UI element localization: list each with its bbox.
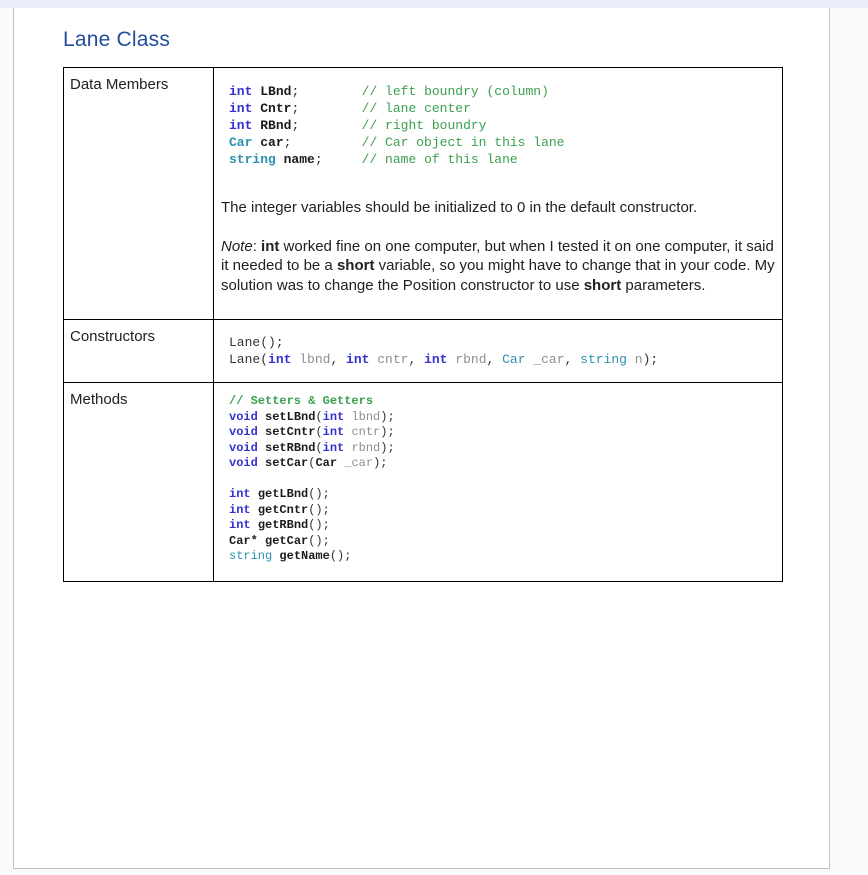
row-content-constructors: Lane(); Lane(int lbnd, int cntr, int rbnd…: [213, 319, 783, 383]
row-content-data-members: int LBnd; // left boundry (column) int Cn…: [213, 67, 783, 320]
table-row-methods: Methods // Setters & Getters void setLBnd…: [63, 382, 783, 582]
lane-class-spec-table: Data Members int LBnd; // left boundry (…: [63, 67, 783, 582]
row-label-data-members: Data Members: [63, 67, 214, 320]
document-card: Lane Class Data Members int LBnd; // lef…: [13, 8, 830, 869]
paragraph-note: Note: int worked fine on one computer, b…: [221, 237, 775, 294]
row-content-methods: // Setters & Getters void setLBnd(int lbn…: [213, 382, 783, 582]
row-label-constructors: Constructors: [63, 319, 214, 383]
table-row-data-members: Data Members int LBnd; // left boundry (…: [63, 67, 783, 320]
row-label-methods: Methods: [63, 382, 214, 582]
code-block-methods: // Setters & Getters void setLBnd(int lbn…: [229, 394, 395, 563]
page-title: Lane Class: [63, 28, 171, 51]
paragraph-default-constructor: The integer variables should be initiali…: [221, 199, 698, 216]
code-block-constructors: Lane(); Lane(int lbnd, int cntr, int rbnd…: [229, 335, 659, 367]
code-block-data-members: int LBnd; // left boundry (column) int Cn…: [229, 84, 565, 167]
top-accent-strip: [0, 0, 868, 8]
table-row-constructors: Constructors Lane(); Lane(int lbnd, int c…: [63, 319, 783, 383]
